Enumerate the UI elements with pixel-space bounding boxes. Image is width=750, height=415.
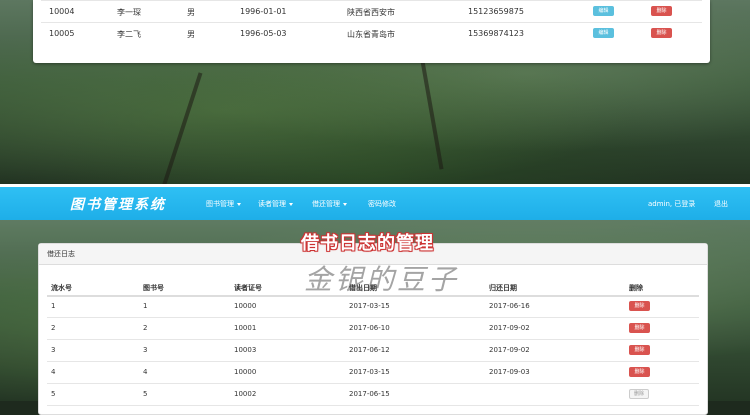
reader-address: 山东省青岛市 [347,30,395,39]
reader-id: 10004 [49,7,75,16]
out-date: 2017-06-15 [349,390,390,398]
serial: 5 [51,390,56,398]
edit-button[interactable]: 编辑 [593,28,614,38]
table-row: 10004 李一琛 男 1996-01-01 陕西省西安市 1512365987… [41,0,702,22]
tree-trunk [161,72,203,188]
reader-id: 10002 [234,390,257,398]
col-delete: 删除 [629,284,643,292]
reader-id: 10003 [234,346,257,354]
delete-button[interactable]: 删除 [629,389,650,399]
book-id: 2 [143,324,148,332]
nav-label: 读者管理 [258,200,286,208]
reader-gender: 男 [187,8,195,17]
reader-id: 10000 [234,302,257,310]
out-date: 2017-06-10 [349,324,390,332]
col-reader: 读者证号 [234,284,262,292]
out-date: 2017-03-15 [349,302,390,310]
user-status[interactable]: admin, 已登录 [648,199,695,209]
watermark-text: 金银的豆子 [304,263,460,296]
book-id: 4 [143,368,148,376]
book-id: 1 [143,302,148,310]
table-row: 1 1 10000 2017-03-15 2017-06-16 删除 [47,296,699,318]
reader-id: 10001 [234,324,257,332]
nav-item-reader-management[interactable]: 读者管理 [258,199,293,209]
reader-name: 李二飞 [117,30,141,39]
reader-id: 10000 [234,368,257,376]
out-date: 2017-03-15 [349,368,390,376]
reader-birth: 1996-01-01 [240,7,287,16]
reader-phone: 15123659875 [468,7,524,16]
reader-table-panel: 10004 李一琛 男 1996-01-01 陕西省西安市 1512365987… [33,0,710,63]
reader-id: 10005 [49,29,75,38]
serial: 2 [51,324,56,332]
delete-button[interactable]: 删除 [629,345,650,355]
nav-item-borrow-management[interactable]: 借还管理 [312,199,347,209]
book-id: 3 [143,346,148,354]
reader-gender: 男 [187,30,195,39]
book-id: 5 [143,390,148,398]
serial: 1 [51,302,56,310]
reader-phone: 15369874123 [468,29,524,38]
top-navbar: 图书管理系统 图书管理 读者管理 借还管理 密码修改 admin, 已登录 退出 [0,187,750,220]
nav-item-password[interactable]: 密码修改 [368,199,396,209]
overlay-title: 借书日志的管理 [301,233,434,254]
serial: 4 [51,368,56,376]
logout-link[interactable]: 退出 [714,199,728,209]
table-row: 5 5 10002 2017-06-15 删除 [47,384,699,406]
return-date: 2017-09-02 [489,324,530,332]
table-row: 2 2 10001 2017-06-10 2017-09-02 删除 [47,318,699,340]
col-book: 图书号 [143,284,164,292]
delete-button[interactable]: 删除 [629,367,650,377]
nav-label: 借还管理 [312,200,340,208]
return-date: 2017-09-02 [489,346,530,354]
reader-birth: 1996-05-03 [240,29,287,38]
return-date: 2017-09-03 [489,368,530,376]
caret-down-icon [237,202,241,206]
reader-address: 陕西省西安市 [347,8,395,17]
delete-button[interactable]: 删除 [651,28,672,38]
nav-item-book-management[interactable]: 图书管理 [206,199,241,209]
return-date: 2017-06-16 [489,302,530,310]
delete-button[interactable]: 删除 [651,6,672,16]
delete-button[interactable]: 删除 [629,323,650,333]
col-return-date: 归还日期 [489,284,517,292]
nav-label: 图书管理 [206,200,234,208]
table-row: 3 3 10003 2017-06-12 2017-09-02 删除 [47,340,699,362]
reader-name: 李一琛 [117,8,141,17]
delete-button[interactable]: 删除 [629,301,650,311]
out-date: 2017-06-12 [349,346,390,354]
table-row: 10005 李二飞 男 1996-05-03 山东省青岛市 1536987412… [41,22,702,44]
serial: 3 [51,346,56,354]
brand-logo[interactable]: 图书管理系统 [70,194,166,214]
tree-trunk [420,60,444,170]
caret-down-icon [289,202,293,206]
edit-button[interactable]: 编辑 [593,6,614,16]
table-row: 4 4 10000 2017-03-15 2017-09-03 删除 [47,362,699,384]
col-serial: 流水号 [51,284,72,292]
caret-down-icon [343,202,347,206]
